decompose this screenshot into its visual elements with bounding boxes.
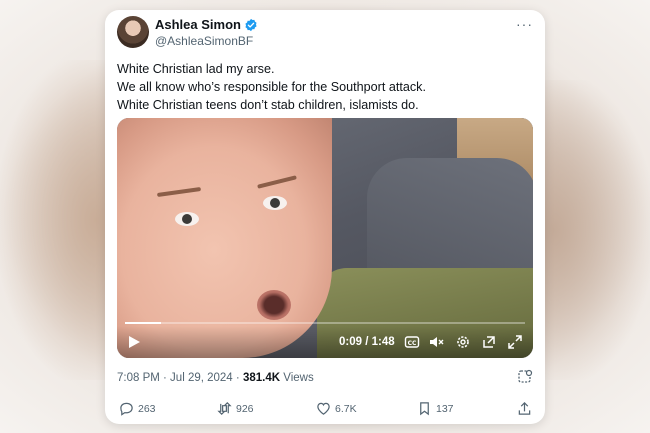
tweet-text: White Christian lad my arse. We all know… (117, 60, 537, 114)
display-name[interactable]: Ashlea Simon (155, 17, 241, 32)
reply-icon (120, 402, 133, 416)
tweet-card: Ashlea Simon @AshleaSimonBF ··· White Ch… (105, 10, 545, 424)
share-button[interactable] (517, 401, 532, 416)
tweet-line: We all know who’s responsible for the So… (117, 80, 426, 94)
video-player[interactable]: 0:09 / 1:48 CC (117, 118, 533, 358)
action-bar: 263 926 6.7K 137 (119, 401, 535, 419)
background-blur-right (530, 80, 650, 380)
video-frame-brow (156, 186, 202, 198)
tweet-line: White Christian teens don’t stab childre… (117, 98, 419, 112)
video-frame-eye (175, 212, 199, 226)
repost-button[interactable]: 926 (217, 401, 254, 416)
mute-icon[interactable] (428, 334, 444, 350)
svg-text:CC: CC (408, 340, 417, 347)
verified-badge-icon (245, 18, 257, 31)
handle[interactable]: @AshleaSimonBF (155, 34, 253, 48)
views-label: Views (280, 372, 314, 384)
video-time: 0:09 / 1:48 (339, 336, 395, 348)
heart-icon (317, 402, 330, 415)
bookmark-icon (420, 402, 429, 416)
play-icon[interactable] (127, 335, 141, 349)
settings-icon[interactable] (455, 334, 471, 350)
views-count: 381.4K (242, 372, 281, 384)
tweet-meta: 7:08 PM · Jul 29, 2024 · 381.4K Views (117, 372, 314, 384)
like-button[interactable]: 6.7K (316, 401, 357, 416)
video-progress-fill (125, 322, 161, 324)
share-icon (518, 402, 531, 415)
bookmark-count: 137 (436, 402, 454, 415)
video-frame-brow (257, 175, 297, 189)
reply-button[interactable]: 263 (119, 401, 156, 416)
captions-icon[interactable]: CC (404, 334, 420, 350)
like-count: 6.7K (335, 402, 357, 415)
timestamp[interactable]: 7:08 PM · Jul 29, 2024 · (117, 372, 243, 384)
display-name-row[interactable]: Ashlea Simon (155, 17, 258, 32)
bookmark-button[interactable]: 137 (417, 401, 454, 416)
fullscreen-icon[interactable] (507, 334, 523, 350)
repost-icon (217, 402, 232, 415)
more-options-icon[interactable]: ··· (516, 16, 533, 32)
tweet-line: White Christian lad my arse. (117, 62, 275, 76)
reply-count: 263 (138, 402, 156, 415)
grok-explain-icon[interactable] (517, 369, 533, 385)
avatar[interactable] (117, 16, 149, 48)
video-progress-bar[interactable] (125, 322, 525, 324)
background-blur-left (0, 60, 120, 380)
video-frame-eye (263, 196, 287, 210)
repost-count: 926 (236, 402, 254, 415)
video-frame-mouth (257, 290, 291, 320)
popout-icon[interactable] (481, 334, 497, 350)
